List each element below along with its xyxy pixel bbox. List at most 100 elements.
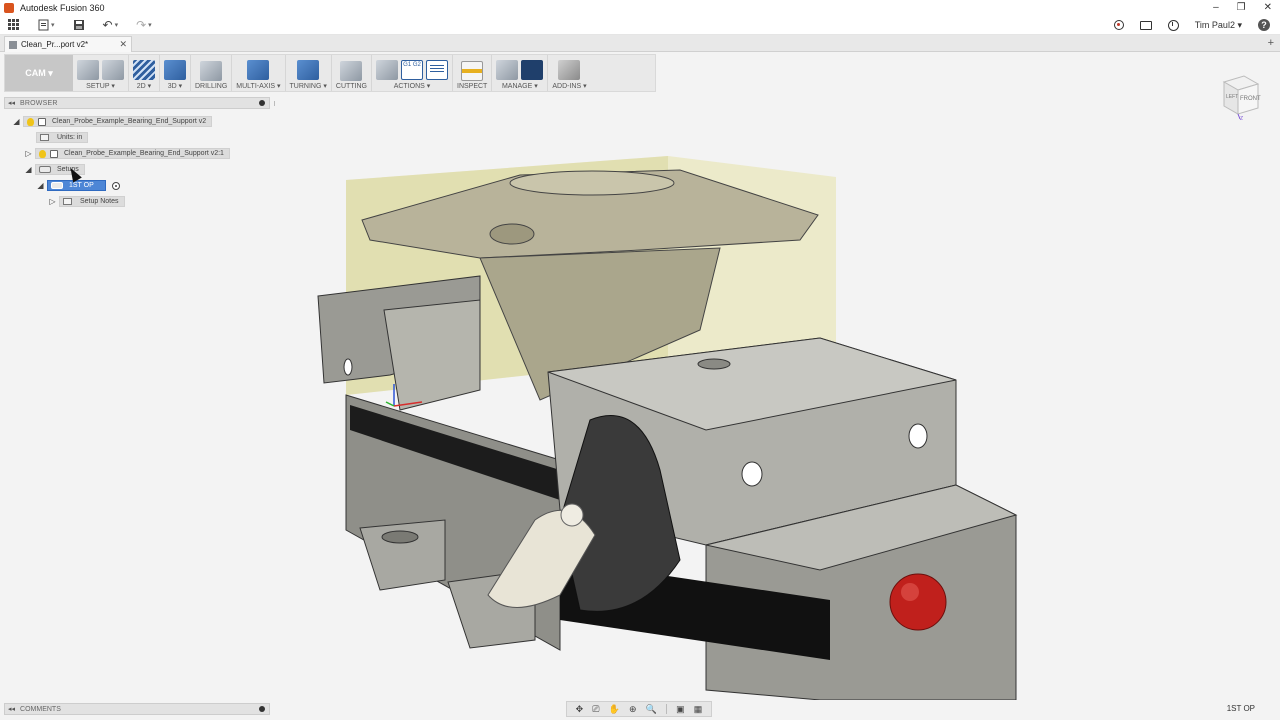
redo-button[interactable]: ↷ ▾ xyxy=(136,18,152,32)
window-controls: – ❐ ✕ xyxy=(1213,0,1272,15)
viewcube-front-label[interactable]: FRONT xyxy=(1240,96,1261,102)
tree-node-component[interactable]: ▷ Clean_Probe_Example_Bearing_End_Suppor… xyxy=(24,148,230,159)
quick-access-bar: ▾ ↶ ▾ ↷ ▾ Tim Paul2 ▾ ? xyxy=(0,15,1280,35)
expand-comments-icon[interactable]: ◂◂ xyxy=(8,705,15,713)
toolbar-label-multi-axis: MULTI-AXIS ▾ xyxy=(236,83,281,90)
red-knob xyxy=(889,573,947,631)
add-comment-icon[interactable] xyxy=(259,706,265,712)
template-icon[interactable] xyxy=(521,60,544,80)
restore-button[interactable]: ❐ xyxy=(1237,0,1246,15)
turning-icon[interactable] xyxy=(297,60,320,80)
comments-panel-header[interactable]: ◂◂ COMMENTS xyxy=(4,703,270,715)
pin-icon[interactable] xyxy=(259,100,265,106)
pan-icon[interactable]: ✋ xyxy=(609,704,620,715)
expand-toggle-icon[interactable]: ◢ xyxy=(12,117,21,126)
toolbar-label-turning: TURNING ▾ xyxy=(289,83,327,90)
quick-access-right: Tim Paul2 ▾ ? xyxy=(1113,15,1270,35)
data-panel-grid-icon[interactable] xyxy=(8,18,20,31)
tool-library-icon[interactable] xyxy=(496,60,519,80)
expand-toggle-icon[interactable]: ◢ xyxy=(36,181,45,190)
tree-node-setup-1st-op[interactable]: ◢ 1ST OP xyxy=(36,180,120,191)
active-setup-label: 1ST OP xyxy=(1226,704,1255,713)
3d-adaptive-icon[interactable] xyxy=(164,60,186,80)
toolbar-label-setup: SETUP ▾ xyxy=(86,83,115,90)
visibility-bulb-icon[interactable] xyxy=(27,117,34,126)
toolbar-group-actions[interactable]: G1 G2 ACTIONS ▾ xyxy=(372,55,453,91)
display-settings-icon[interactable]: ▣ xyxy=(676,704,685,715)
viewcube-left-label[interactable]: LEFT xyxy=(1226,94,1238,100)
viewcube[interactable]: LEFT FRONT Z xyxy=(1214,70,1264,120)
navigation-bar: ✥ ⎚ ✋ ⊕ 🔍 ▣ ▦ xyxy=(566,701,712,717)
look-at-icon[interactable]: ⎚ xyxy=(592,704,599,715)
document-tab[interactable]: Clean_Pr...port v2* ✕ xyxy=(4,36,132,52)
cutting-icon[interactable] xyxy=(340,61,363,81)
record-icon[interactable] xyxy=(1113,20,1124,30)
visibility-bulb-icon[interactable] xyxy=(39,149,46,158)
cam-toolbar: CAM ▾ SETUP ▾ 2D ▾ 3D ▾ DRILLING MULTI-A… xyxy=(4,54,656,92)
help-icon[interactable]: ? xyxy=(1258,19,1270,31)
vise-jaw-face xyxy=(383,299,481,411)
save-button[interactable] xyxy=(73,19,85,31)
collapse-browser-icon[interactable]: ◂◂ xyxy=(8,99,15,107)
redo-icon: ↷ xyxy=(136,17,147,32)
browser-panel-header[interactable]: ◂◂ BROWSER xyxy=(4,97,275,109)
toolbar-group-inspect[interactable]: INSPECT xyxy=(453,55,493,91)
fit-icon[interactable]: 🔍 xyxy=(646,704,657,715)
multi-axis-icon[interactable] xyxy=(247,60,270,80)
title-bar: Autodesk Fusion 360 – ❐ ✕ xyxy=(0,0,1280,15)
toolbar-group-setup[interactable]: SETUP ▾ xyxy=(73,55,129,91)
scripts-addins-icon[interactable] xyxy=(558,60,581,80)
toolbar-label-actions: ACTIONS ▾ xyxy=(393,83,431,90)
save-icon xyxy=(73,19,84,30)
toolbar-group-add-ins[interactable]: ADD-INS ▾ xyxy=(548,55,590,91)
history-clock-icon[interactable] xyxy=(1167,19,1179,31)
toolbar-group-drilling[interactable]: DRILLING xyxy=(191,55,233,91)
browser-title: BROWSER xyxy=(20,99,58,107)
comments-title: COMMENTS xyxy=(20,705,61,713)
expand-toggle-icon[interactable]: ▷ xyxy=(24,149,33,158)
post-process-icon[interactable]: G1 G2 xyxy=(401,60,423,80)
orbit-icon[interactable]: ✥ xyxy=(576,704,584,715)
grid-settings-icon[interactable]: ▦ xyxy=(694,704,703,715)
toolbar-label-cutting: CUTTING xyxy=(335,83,367,90)
file-menu-button[interactable]: ▾ xyxy=(38,19,55,31)
expand-toggle-icon[interactable]: ◢ xyxy=(24,165,33,174)
measure-icon[interactable] xyxy=(461,61,484,81)
close-tab-icon[interactable]: ✕ xyxy=(119,39,127,50)
minimize-button[interactable]: – xyxy=(1213,0,1219,15)
toolbar-group-2d[interactable]: 2D ▾ xyxy=(129,55,160,91)
tree-node-setup-notes[interactable]: ▷ Setup Notes xyxy=(48,196,125,207)
toolbar-label-2d: 2D ▾ xyxy=(136,83,152,90)
setup-icon[interactable] xyxy=(77,60,99,80)
tree-node-units[interactable]: Units: in xyxy=(36,132,89,143)
toolbar-group-multi-axis[interactable]: MULTI-AXIS ▾ xyxy=(232,55,286,91)
simulate-icon[interactable] xyxy=(376,60,398,80)
activate-target-icon[interactable] xyxy=(111,181,120,190)
setup-sheet-icon[interactable] xyxy=(102,60,124,80)
3d-viewport[interactable] xyxy=(280,140,1060,700)
toolbar-group-turning[interactable]: TURNING ▾ xyxy=(286,55,332,91)
user-account-menu[interactable]: Tim Paul2 ▾ xyxy=(1195,20,1242,31)
new-tab-button[interactable]: + xyxy=(1268,37,1274,49)
part-hole xyxy=(489,223,535,245)
close-window-button[interactable]: ✕ xyxy=(1264,0,1272,15)
file-icon xyxy=(38,19,49,30)
units-icon xyxy=(40,134,49,141)
document-tab-bar: Clean_Pr...port v2* ✕ + xyxy=(0,35,1280,52)
toolbar-group-cutting[interactable]: CUTTING xyxy=(332,55,372,91)
setup-icon xyxy=(51,182,63,189)
job-status-icon[interactable] xyxy=(1139,20,1152,30)
tree-node-label: Clean_Probe_Example_Bearing_End_Support … xyxy=(52,118,207,125)
zoom-icon[interactable]: ⊕ xyxy=(629,704,637,715)
tree-node-document[interactable]: ◢ Clean_Probe_Example_Bearing_End_Suppor… xyxy=(12,116,213,127)
2d-pocket-icon[interactable] xyxy=(133,60,155,80)
setup-sheet-doc-icon[interactable] xyxy=(426,60,448,80)
wcs-y-axis xyxy=(385,401,395,407)
toolbar-group-manage[interactable]: MANAGE ▾ xyxy=(492,55,549,91)
toolbar-label-add-ins: ADD-INS ▾ xyxy=(552,83,587,90)
toolbar-group-3d[interactable]: 3D ▾ xyxy=(160,55,191,91)
drill-icon[interactable] xyxy=(200,61,223,81)
workspace-switcher[interactable]: CAM ▾ xyxy=(5,55,73,91)
expand-toggle-icon[interactable]: ▷ xyxy=(48,197,57,206)
undo-button[interactable]: ↶ ▾ xyxy=(103,18,119,32)
